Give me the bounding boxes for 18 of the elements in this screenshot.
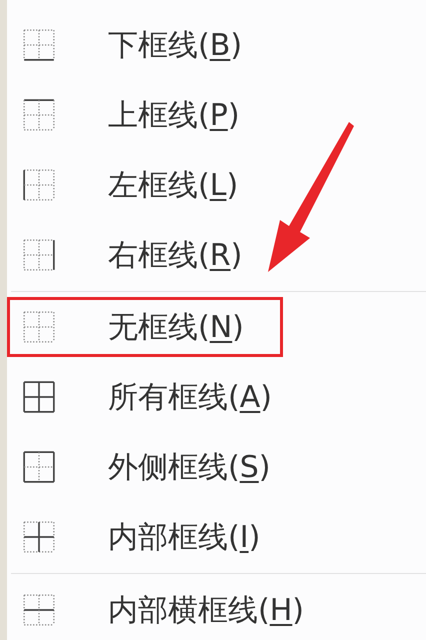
menu-item[interactable]: 所有框线(A) [7, 362, 281, 432]
menu-item[interactable]: 内部横框线(H) [7, 575, 313, 640]
border-icon [22, 238, 56, 272]
border-icon [22, 98, 56, 132]
border-icon [22, 520, 56, 554]
menu-item[interactable]: 下框线(B) [7, 10, 252, 80]
border-icon [22, 28, 56, 62]
border-icon [22, 593, 56, 627]
menu-item[interactable]: 左框线(L) [7, 150, 248, 220]
menu-item[interactable]: 上框线(P) [7, 80, 249, 150]
border-icon [22, 380, 56, 414]
menu-item[interactable]: 右框线(R) [7, 220, 252, 290]
menu-item[interactable]: 无框线(N) [7, 297, 283, 357]
menu-item[interactable]: 内部框线(I) [7, 502, 270, 572]
border-icon [22, 168, 56, 202]
menu-item[interactable]: 外侧框线(S) [7, 432, 280, 502]
border-icon [22, 310, 56, 344]
border-icon [22, 450, 56, 484]
